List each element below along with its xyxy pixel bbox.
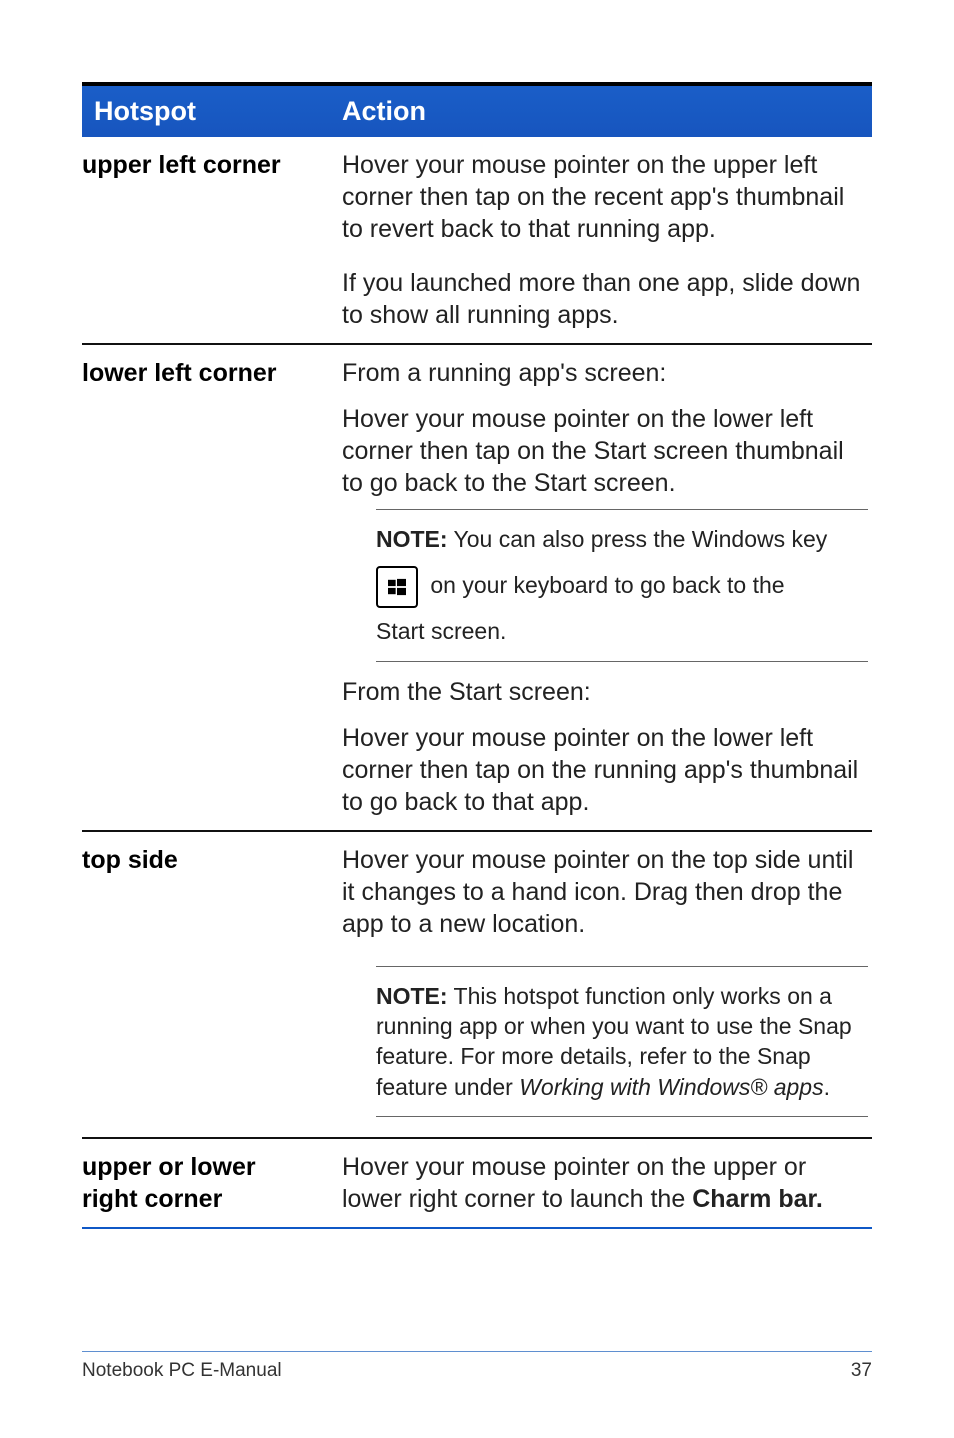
paragraph: From the Start screen:: [342, 676, 868, 708]
paragraph: If you launched more than one app, slide…: [342, 267, 868, 331]
paragraph: Hover your mouse pointer on the top side…: [342, 844, 868, 940]
paragraph: From a running app's screen:: [342, 357, 868, 389]
note-text: on your keyboard to go back to the: [424, 572, 785, 598]
paragraph: Hover your mouse pointer on the upper le…: [342, 149, 868, 245]
column-header-hotspot: Hotspot: [82, 86, 342, 137]
row-content-right-corner: Hover your mouse pointer on the upper or…: [342, 1138, 872, 1227]
hotspot-table: upper left corner Hover your mouse point…: [82, 137, 872, 1229]
note-prefix: NOTE:: [376, 983, 448, 1009]
table-bottom-border: [82, 1227, 872, 1228]
page-content: Hotspot Action upper left corner Hover y…: [0, 0, 954, 1229]
note-text: You can also press the Windows key: [448, 526, 828, 552]
table-row: upper or lower right corner Hover your m…: [82, 1138, 872, 1227]
row-label-lower-left: lower left corner: [82, 344, 342, 831]
note-block: NOTE: You can also press the Windows key…: [376, 509, 868, 662]
table-header: Hotspot Action: [82, 82, 872, 137]
paragraph: Hover your mouse pointer on the lower le…: [342, 403, 868, 499]
footer-title: Notebook PC E-Manual: [82, 1360, 282, 1382]
row-content-upper-left: Hover your mouse pointer on the upper le…: [342, 137, 872, 344]
row-label-upper-left: upper left corner: [82, 137, 342, 344]
row-content-top-side: Hover your mouse pointer on the top side…: [342, 831, 872, 1138]
row-label-right-corner: upper or lower right corner: [82, 1138, 342, 1227]
windows-key-icon: [376, 566, 418, 608]
row-content-lower-left: From a running app's screen: Hover your …: [342, 344, 872, 831]
label-line: upper or lower: [82, 1151, 334, 1183]
note-block: NOTE: This hotspot function only works o…: [376, 966, 868, 1117]
table-row: lower left corner From a running app's s…: [82, 344, 872, 831]
charm-bar-bold: Charm bar.: [692, 1185, 823, 1213]
note-italic: Working with Windows® apps: [519, 1074, 823, 1100]
row-label-top-side: top side: [82, 831, 342, 1138]
note-prefix: NOTE:: [376, 526, 448, 552]
table-row: upper left corner Hover your mouse point…: [82, 137, 872, 344]
windows-logo-icon: [388, 578, 406, 596]
column-header-action: Action: [342, 86, 872, 137]
table-row: top side Hover your mouse pointer on the…: [82, 831, 872, 1138]
label-line: right corner: [82, 1183, 334, 1215]
note-line: on your keyboard to go back to the: [376, 562, 868, 612]
footer-page-number: 37: [851, 1360, 872, 1382]
note-text: .: [824, 1074, 830, 1100]
note-text: Start screen.: [376, 616, 868, 646]
page-footer: Notebook PC E-Manual 37: [82, 1351, 872, 1382]
paragraph: Hover your mouse pointer on the lower le…: [342, 722, 868, 818]
